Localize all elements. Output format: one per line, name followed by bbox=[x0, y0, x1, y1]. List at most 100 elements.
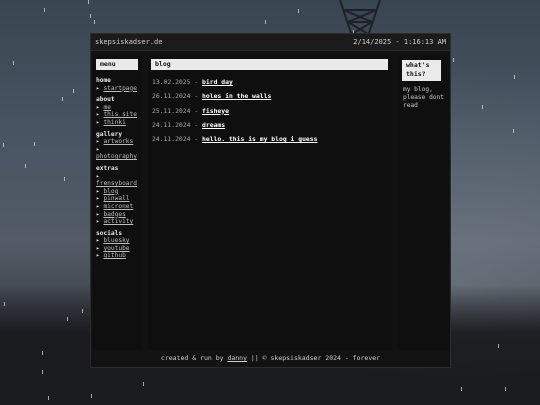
menu-item[interactable]: ▸ youtube bbox=[96, 245, 142, 253]
raindrop bbox=[25, 164, 26, 168]
footer-prefix: created & run by bbox=[160, 354, 228, 362]
footer: created & run by danny || © skepsiskadse… bbox=[91, 350, 450, 367]
menu-section-title: socials bbox=[96, 229, 123, 237]
post-separator: - bbox=[190, 106, 203, 115]
raindrop bbox=[265, 20, 266, 24]
arrow-icon: ▸ bbox=[96, 172, 100, 180]
raindrop bbox=[498, 344, 499, 348]
clock: 2/14/2025 - 1:16:13 AM bbox=[353, 38, 446, 46]
post-row: 13.02.2025 - bird day bbox=[152, 78, 388, 92]
raindrop bbox=[461, 387, 462, 391]
menu-item-label[interactable]: pinwall bbox=[103, 195, 129, 202]
raindrop bbox=[13, 61, 14, 65]
raindrop bbox=[4, 302, 5, 306]
post-date: 25.11.2024 bbox=[152, 106, 191, 115]
menu-item[interactable]: ▸ this site bbox=[96, 111, 142, 119]
menu-item-label[interactable]: photography bbox=[96, 153, 137, 160]
post-row: 25.11.2024 - fisheye bbox=[152, 107, 388, 121]
menu-item-label[interactable]: github bbox=[103, 252, 125, 259]
menu-item[interactable]: ▸ photography bbox=[96, 146, 142, 161]
menu-item[interactable]: ▸ micronet bbox=[96, 203, 142, 211]
menu-item[interactable]: ▸ me bbox=[96, 104, 142, 112]
post-row: 24.11.2024 - hello. this is my blog i gu… bbox=[152, 135, 388, 149]
post-title-link[interactable]: holes in the walls bbox=[202, 92, 271, 100]
raindrop bbox=[82, 309, 83, 313]
menu-item-label[interactable]: badges bbox=[103, 211, 125, 218]
blog-panel: blog 13.02.2025 - bird day 26.11.2024 - h… bbox=[148, 55, 392, 357]
raindrop bbox=[3, 143, 4, 147]
menu-section-title: extras bbox=[96, 164, 119, 172]
menu-item-label[interactable]: youtube bbox=[103, 245, 129, 252]
info-panel: what's this? my blog, please dont read bbox=[397, 55, 449, 357]
info-text: my blog, please dont read bbox=[403, 86, 444, 109]
raindrop bbox=[91, 394, 92, 398]
raindrop bbox=[514, 75, 515, 79]
menu-section-title: about bbox=[96, 96, 115, 104]
post-title-link[interactable]: bird day bbox=[202, 78, 233, 86]
post-date: 26.11.2024 bbox=[152, 92, 191, 101]
menu-item-label[interactable]: startpage bbox=[103, 85, 137, 92]
menu-item-label[interactable]: blog bbox=[103, 188, 118, 195]
site-name[interactable]: skepsiskadser.de bbox=[95, 34, 162, 50]
post-date: 13.02.2025 bbox=[152, 78, 191, 86]
footer-author-link[interactable]: danny bbox=[227, 354, 247, 362]
menu-sections: home ▸ startpage about ▸ me ▸ this site ▸ thi… bbox=[96, 77, 142, 260]
post-title-link[interactable]: dreams bbox=[202, 121, 225, 129]
menu-item[interactable]: ▸ bluesky bbox=[96, 237, 142, 245]
raindrop bbox=[453, 58, 454, 62]
post-separator: - bbox=[190, 92, 203, 101]
raindrop bbox=[513, 129, 514, 133]
menu-section-title: home bbox=[96, 77, 111, 84]
raindrop bbox=[505, 387, 506, 391]
menu-heading: menu bbox=[96, 59, 138, 70]
menu-item[interactable]: ▸ badges bbox=[96, 211, 142, 219]
post-title-link[interactable]: fisheye bbox=[202, 107, 229, 115]
raindrop bbox=[42, 370, 43, 374]
raindrop bbox=[94, 20, 95, 24]
post-separator: - bbox=[190, 78, 203, 86]
blog-heading: blog bbox=[151, 59, 388, 70]
post-date: 24.11.2024 bbox=[152, 120, 191, 129]
menu-item-label[interactable]: thinki bbox=[103, 119, 125, 126]
arrow-icon: ▸ bbox=[96, 145, 100, 153]
menu-item-label[interactable]: activity bbox=[103, 218, 133, 225]
raindrop bbox=[298, 9, 299, 13]
menu-item[interactable]: ▸ frensyboard bbox=[96, 173, 142, 188]
post-list: 13.02.2025 - bird day 26.11.2024 - holes … bbox=[152, 78, 388, 149]
post-row: 26.11.2024 - holes in the walls bbox=[152, 92, 388, 106]
raindrop bbox=[42, 351, 43, 355]
menu-item[interactable]: ▸ github bbox=[96, 252, 142, 260]
post-date: 24.11.2024 bbox=[152, 135, 191, 144]
title-bar: skepsiskadser.de 2/14/2025 - 1:16:13 AM bbox=[91, 34, 450, 51]
raindrop bbox=[88, 0, 89, 4]
info-heading: what's this? bbox=[402, 60, 441, 81]
menu-panel: menu home ▸ startpage about ▸ me ▸ this site… bbox=[93, 55, 142, 357]
raindrop bbox=[48, 396, 49, 400]
post-separator: - bbox=[190, 135, 203, 144]
post-separator: - bbox=[190, 120, 203, 129]
menu-item-label[interactable]: artworks bbox=[103, 138, 133, 145]
menu-section-title: gallery bbox=[96, 130, 123, 138]
menu-item[interactable]: ▸ activity bbox=[96, 218, 142, 226]
menu-item-label[interactable]: this site bbox=[103, 111, 137, 118]
menu-item[interactable]: ▸ artworks bbox=[96, 138, 142, 146]
menu-item[interactable]: ▸ blog bbox=[96, 188, 142, 196]
menu-item-label[interactable]: frensyboard bbox=[96, 180, 137, 187]
menu-item[interactable]: ▸ thinki bbox=[96, 119, 142, 127]
raindrop bbox=[482, 105, 483, 109]
raindrop bbox=[73, 89, 74, 93]
raindrop bbox=[64, 177, 65, 181]
post-title-link[interactable]: hello. this is my blog i guess bbox=[202, 135, 317, 143]
raindrop bbox=[90, 14, 91, 18]
menu-item-label[interactable]: micronet bbox=[103, 203, 133, 210]
footer-suffix: || © skepsiskadser 2024 - forever bbox=[247, 354, 381, 362]
menu-item-label[interactable]: bluesky bbox=[103, 237, 129, 244]
menu-item-label[interactable]: me bbox=[103, 104, 110, 111]
site-window: skepsiskadser.de 2/14/2025 - 1:16:13 AM … bbox=[90, 33, 451, 368]
raindrop bbox=[44, 8, 45, 12]
menu-item[interactable]: ▸ pinwall bbox=[96, 195, 142, 203]
raindrop bbox=[143, 382, 144, 386]
menu-item[interactable]: ▸ startpage bbox=[96, 85, 142, 93]
post-row: 24.11.2024 - dreams bbox=[152, 121, 388, 135]
raindrop bbox=[34, 142, 35, 146]
